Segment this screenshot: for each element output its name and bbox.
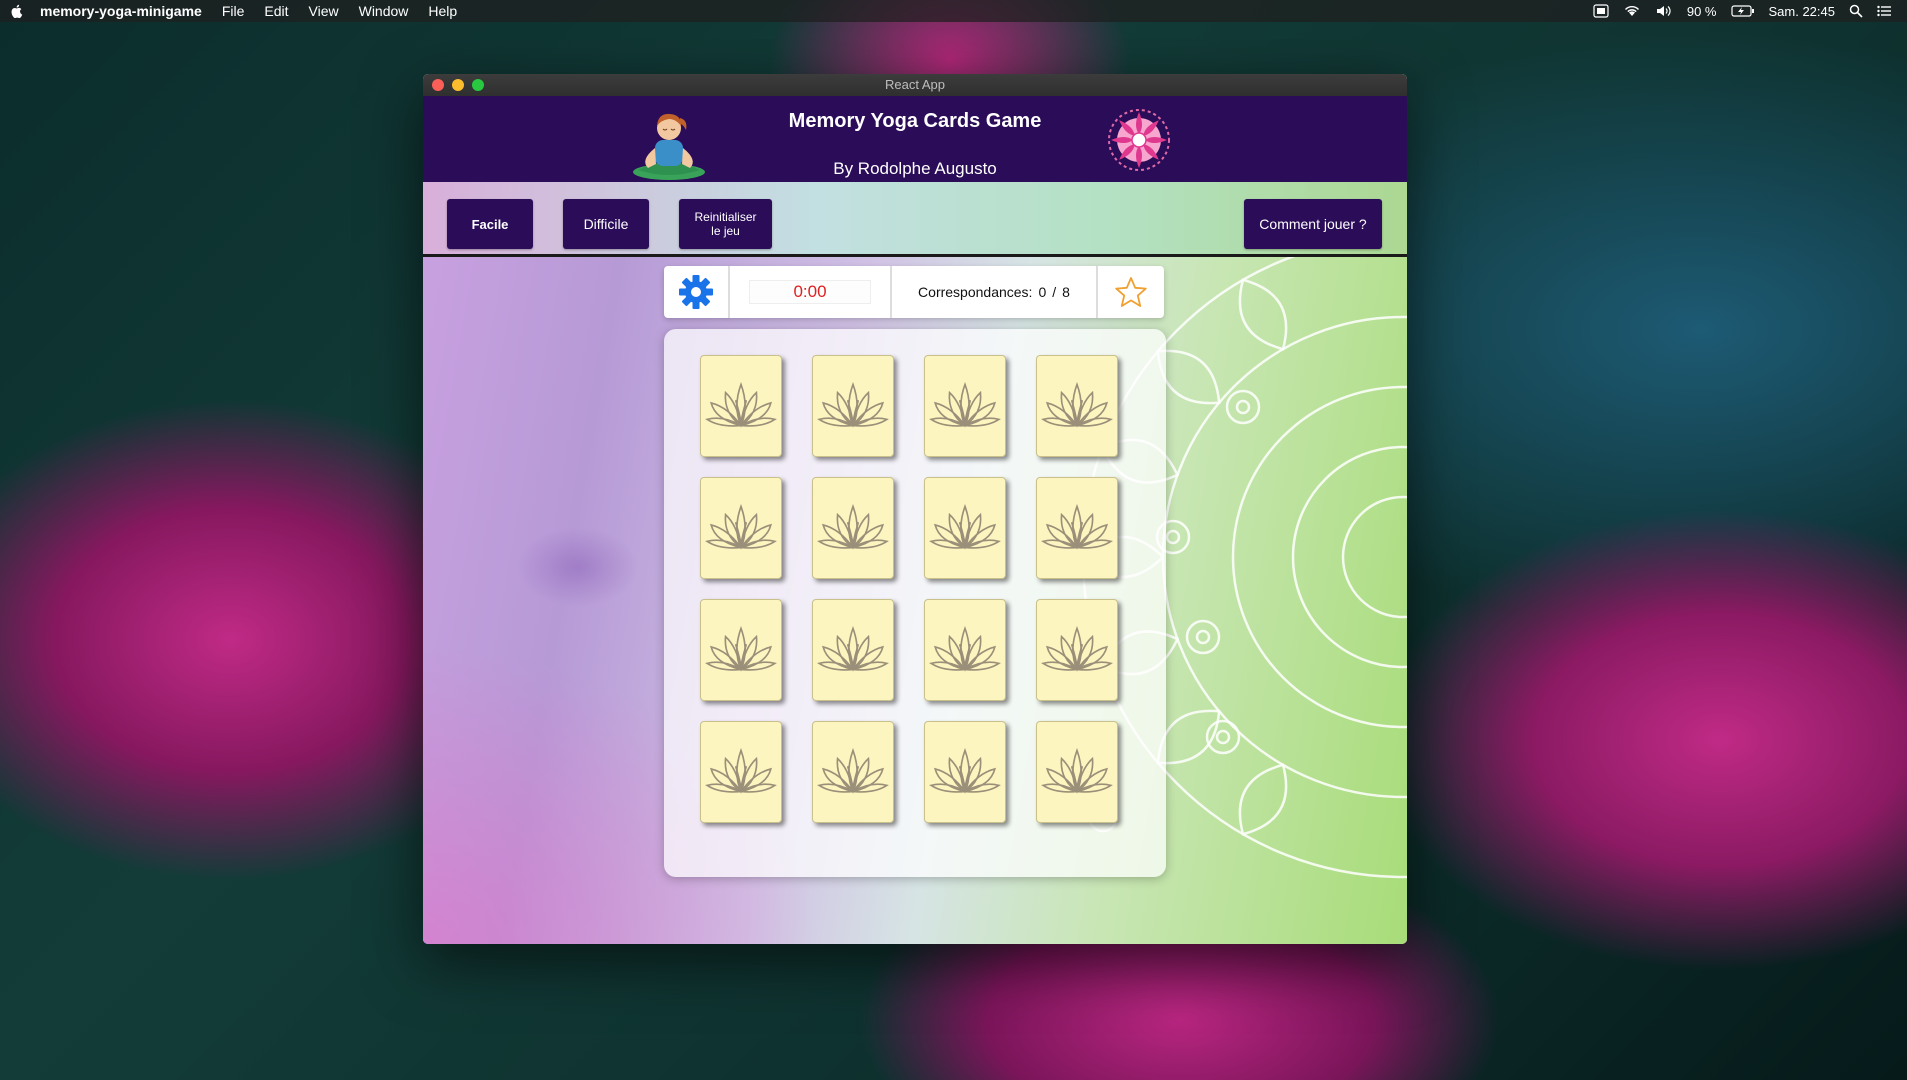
battery-charging-icon[interactable]: [1730, 5, 1755, 17]
app-window: React App Memory Yoga Cards Game By Rodo…: [423, 74, 1407, 944]
lotus-icon: [817, 624, 889, 676]
app-author: By Rodolphe Augusto: [833, 159, 997, 178]
how-to-play-button[interactable]: Comment jouer ?: [1244, 199, 1382, 249]
memory-card[interactable]: [812, 721, 894, 823]
card-board: [664, 329, 1166, 877]
window-controls: [432, 79, 484, 91]
close-window-button[interactable]: [432, 79, 444, 91]
memory-card[interactable]: [924, 599, 1006, 701]
timer-display: 0:00: [749, 280, 871, 304]
menu-clock[interactable]: Sam. 22:45: [1769, 4, 1836, 19]
matches-counter: Correspondances: 0 / 8: [892, 266, 1098, 318]
lotus-icon: [705, 380, 777, 432]
window-titlebar[interactable]: React App: [423, 74, 1407, 96]
lotus-icon: [1041, 502, 1113, 554]
memory-card[interactable]: [924, 721, 1006, 823]
easy-mode-button[interactable]: Facile: [447, 199, 533, 249]
lotus-icon: [1041, 624, 1113, 676]
memory-card[interactable]: [812, 599, 894, 701]
game-stats-bar: 0:00 Correspondances: 0 / 8: [664, 266, 1164, 318]
keyboard-input-icon[interactable]: [1593, 4, 1609, 18]
lotus-icon: [705, 624, 777, 676]
menu-bar: memory-yoga-minigame File Edit View Wind…: [0, 0, 1907, 22]
matches-separator: /: [1052, 284, 1057, 300]
memory-card[interactable]: [1036, 599, 1118, 701]
lotus-icon: [817, 746, 889, 798]
battery-percent: 90 %: [1686, 3, 1717, 19]
lotus-icon: [929, 502, 1001, 554]
memory-card[interactable]: [700, 477, 782, 579]
memory-card[interactable]: [812, 477, 894, 579]
window-title: React App: [885, 77, 945, 92]
lotus-icon: [1041, 380, 1113, 432]
star-icon: [1115, 277, 1147, 307]
memory-card[interactable]: [1036, 721, 1118, 823]
lotus-icon: [929, 746, 1001, 798]
volume-icon[interactable]: [1655, 4, 1673, 18]
reset-game-button[interactable]: Reinitialiser le jeu: [679, 199, 772, 249]
matches-found: 0: [1038, 284, 1047, 300]
menu-help[interactable]: Help: [428, 3, 457, 19]
memory-card[interactable]: [700, 599, 782, 701]
memory-card[interactable]: [700, 355, 782, 457]
lotus-icon: [929, 624, 1001, 676]
matches-label: Correspondances:: [918, 284, 1033, 300]
lotus-icon: [1041, 746, 1113, 798]
menu-window[interactable]: Window: [359, 3, 409, 19]
app-title: Memory Yoga Cards Game: [788, 110, 1042, 132]
memory-card[interactable]: [1036, 355, 1118, 457]
spotlight-search-icon[interactable]: [1849, 4, 1863, 18]
menu-file[interactable]: File: [222, 3, 245, 19]
minimize-window-button[interactable]: [452, 79, 464, 91]
memory-card[interactable]: [1036, 477, 1118, 579]
maximize-window-button[interactable]: [472, 79, 484, 91]
favorite-button[interactable]: [1098, 266, 1164, 318]
menu-edit[interactable]: Edit: [264, 3, 288, 19]
memory-card[interactable]: [812, 355, 894, 457]
game-area: 0:00 Correspondances: 0 / 8: [423, 257, 1407, 944]
lotus-icon: [817, 502, 889, 554]
gear-icon: [679, 275, 713, 309]
settings-button[interactable]: [664, 266, 730, 318]
difficulty-toolbar: Facile Difficile Reinitialiser le jeu Com…: [423, 182, 1407, 257]
memory-card[interactable]: [700, 721, 782, 823]
notification-center-icon[interactable]: [1877, 5, 1891, 17]
wifi-icon[interactable]: [1623, 4, 1641, 18]
timer-section: 0:00: [730, 266, 892, 318]
memory-card[interactable]: [924, 477, 1006, 579]
lotus-icon: [705, 502, 777, 554]
app-header: Memory Yoga Cards Game By Rodolphe Augus…: [423, 96, 1407, 182]
lotus-icon: [817, 380, 889, 432]
lotus-icon: [929, 380, 1001, 432]
matches-total: 8: [1062, 284, 1070, 300]
app-name-menu[interactable]: memory-yoga-minigame: [40, 3, 202, 19]
hard-mode-button[interactable]: Difficile: [563, 199, 649, 249]
lotus-mandala-logo-icon: [1108, 109, 1170, 171]
menu-view[interactable]: View: [309, 3, 339, 19]
memory-card[interactable]: [924, 355, 1006, 457]
lotus-icon: [705, 746, 777, 798]
apple-icon[interactable]: [10, 4, 24, 18]
